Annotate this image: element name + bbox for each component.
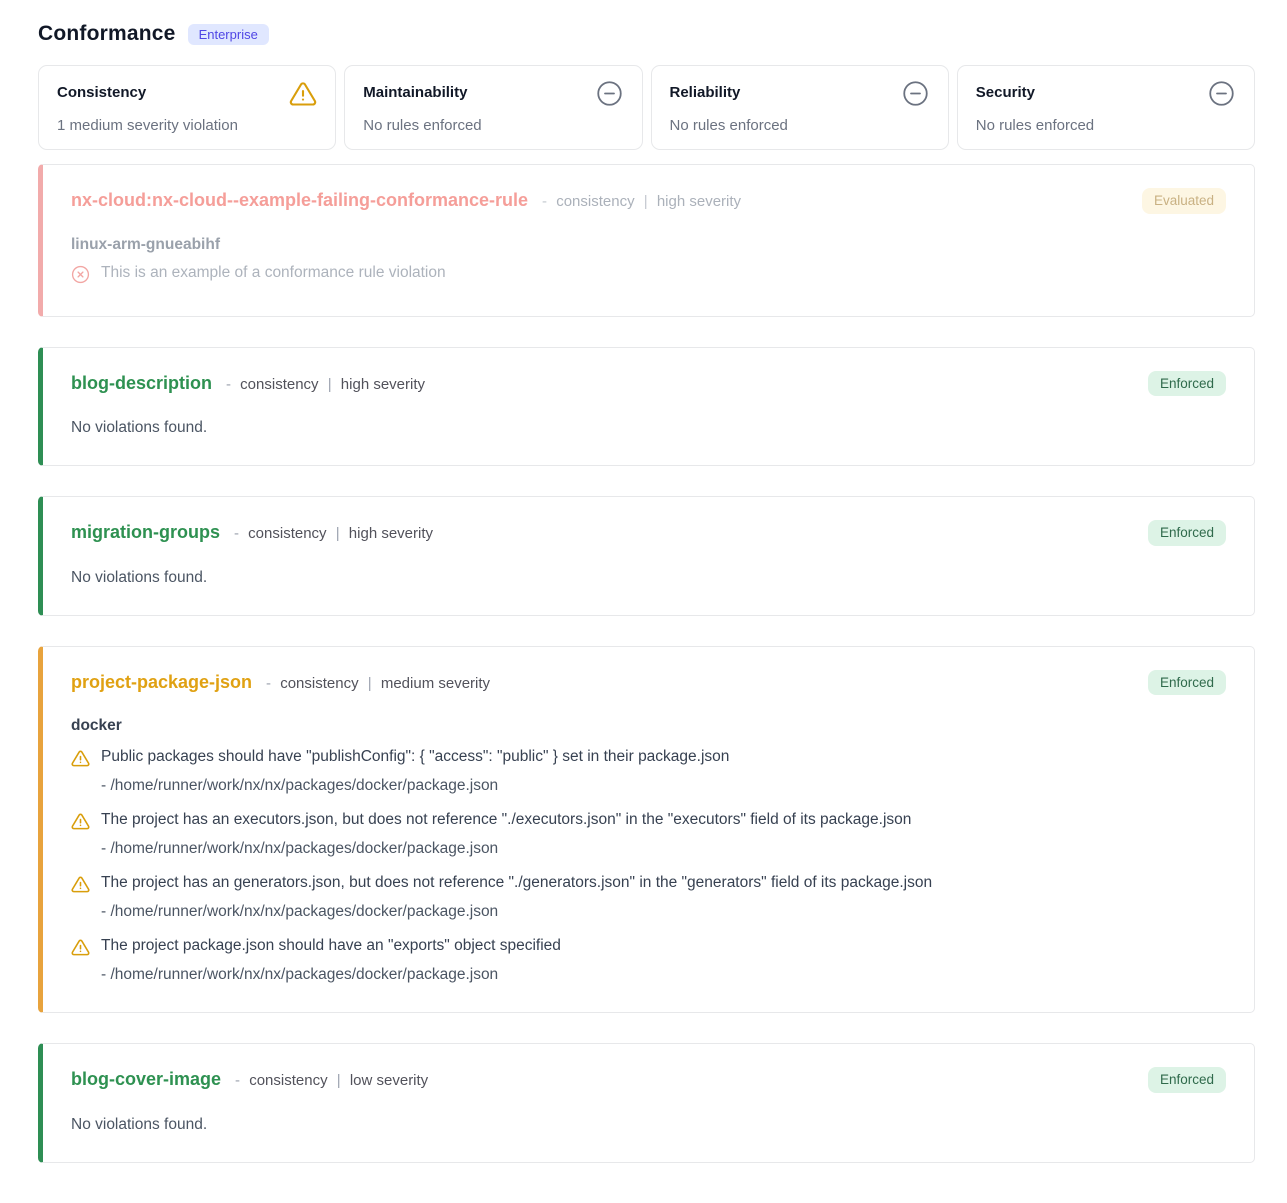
violation-path: - /home/runner/work/nx/nx/packages/docke… — [101, 840, 1226, 858]
enterprise-badge: Enterprise — [188, 24, 269, 45]
summary-card-header: Consistency — [57, 80, 317, 108]
summary-card-header: Maintainability — [363, 80, 623, 108]
status-badge: Enforced — [1148, 1067, 1226, 1093]
summary-card-title: Security — [976, 80, 1035, 101]
rule-meta: - consistency | high severity — [229, 525, 433, 542]
violation-path: - /home/runner/work/nx/nx/packages/docke… — [101, 777, 1226, 795]
rule-category: consistency — [280, 675, 358, 692]
rule-severity: high severity — [657, 193, 741, 210]
status-badge: Enforced — [1148, 371, 1226, 397]
violation-message: The project package.json should have an … — [101, 937, 561, 955]
violation-path: - /home/runner/work/nx/nx/packages/docke… — [101, 903, 1226, 921]
violation-list: Public packages should have "publishConf… — [71, 748, 1226, 984]
dash-separator: - — [221, 376, 236, 393]
rule-category: consistency — [240, 376, 318, 393]
warning-triangle-icon — [289, 80, 317, 108]
rule-header: nx-cloud:nx-cloud--example-failing-confo… — [71, 190, 1226, 216]
summary-card-title: Reliability — [670, 80, 741, 101]
pipe-separator: | — [323, 376, 337, 393]
rule-card-blog-description: blog-description - consistency | high se… — [38, 347, 1255, 467]
rule-name-link[interactable]: project-package-json — [71, 672, 252, 693]
rule-name-link[interactable]: nx-cloud:nx-cloud--example-failing-confo… — [71, 190, 528, 211]
rule-meta: - consistency | high severity — [537, 193, 741, 210]
dash-separator: - — [229, 525, 244, 542]
warning-triangle-icon — [71, 875, 90, 894]
rule-result-text: No violations found. — [71, 1116, 1226, 1134]
violation-message: This is an example of a conformance rule… — [101, 264, 446, 282]
conformance-page: Conformance Enterprise Consistency 1 med… — [0, 0, 1287, 1203]
rule-result-text: No violations found. — [71, 569, 1226, 587]
rule-header: blog-cover-image - consistency | low sev… — [71, 1069, 1226, 1095]
minus-circle-icon — [1208, 80, 1236, 108]
summary-card-status: No rules enforced — [976, 117, 1236, 134]
warning-triangle-icon — [71, 938, 90, 957]
project-name: docker — [71, 717, 1226, 735]
status-badge: Enforced — [1148, 670, 1226, 696]
rule-header: blog-description - consistency | high se… — [71, 373, 1226, 399]
violation-message: The project has an generators.json, but … — [101, 874, 932, 892]
rule-card-migration-groups: migration-groups - consistency | high se… — [38, 496, 1255, 616]
warning-triangle-icon — [71, 812, 90, 831]
summary-card-status: No rules enforced — [670, 117, 930, 134]
summary-card-title: Maintainability — [363, 80, 467, 101]
rule-severity: medium severity — [381, 675, 490, 692]
rule-severity: high severity — [341, 376, 425, 393]
rule-category: consistency — [249, 1072, 327, 1089]
page-title: Conformance — [38, 22, 176, 46]
summary-card-header: Reliability — [670, 80, 930, 108]
violation-path: - /home/runner/work/nx/nx/packages/docke… — [101, 966, 1226, 984]
rule-category: consistency — [248, 525, 326, 542]
summary-card-security: Security No rules enforced — [957, 65, 1255, 150]
dash-separator: - — [261, 675, 276, 692]
summary-card-title: Consistency — [57, 80, 146, 101]
dash-separator: - — [537, 193, 552, 210]
rule-header: migration-groups - consistency | high se… — [71, 522, 1226, 548]
status-badge: Evaluated — [1142, 188, 1226, 214]
rule-severity: low severity — [350, 1072, 428, 1089]
violation-row: The project package.json should have an … — [71, 937, 1226, 984]
pipe-separator: | — [639, 193, 653, 210]
summary-card-status: 1 medium severity violation — [57, 117, 317, 134]
summary-card-header: Security — [976, 80, 1236, 108]
violation-row: Public packages should have "publishConf… — [71, 748, 1226, 795]
summary-card-status: No rules enforced — [363, 117, 623, 134]
rule-name-link[interactable]: blog-description — [71, 373, 212, 394]
summary-card-consistency: Consistency 1 medium severity violation — [38, 65, 336, 150]
minus-circle-icon — [902, 80, 930, 108]
x-circle-icon — [71, 265, 90, 284]
rule-name-link[interactable]: blog-cover-image — [71, 1069, 221, 1090]
summary-row: Consistency 1 medium severity violation … — [38, 65, 1255, 150]
rule-severity: high severity — [349, 525, 433, 542]
rule-meta: - consistency | low severity — [230, 1072, 428, 1089]
warning-triangle-icon — [71, 749, 90, 768]
minus-circle-icon — [596, 80, 624, 108]
rule-category: consistency — [556, 193, 634, 210]
project-name: linux-arm-gnueabihf — [71, 236, 1226, 254]
rule-result-text: No violations found. — [71, 419, 1226, 437]
status-badge: Enforced — [1148, 520, 1226, 546]
rule-meta: - consistency | medium severity — [261, 675, 490, 692]
rule-meta: - consistency | high severity — [221, 376, 425, 393]
rule-card-blog-cover-image: blog-cover-image - consistency | low sev… — [38, 1043, 1255, 1163]
rule-name-link[interactable]: migration-groups — [71, 522, 220, 543]
pipe-separator: | — [332, 1072, 346, 1089]
page-header: Conformance Enterprise — [38, 22, 1255, 46]
violation-row: This is an example of a conformance rule… — [71, 264, 1226, 284]
violation-message: The project has an executors.json, but d… — [101, 811, 911, 829]
rule-card-project-package-json: project-package-json - consistency | med… — [38, 646, 1255, 1014]
violation-row: The project has an generators.json, but … — [71, 874, 1226, 921]
rule-card-example-failing: nx-cloud:nx-cloud--example-failing-confo… — [38, 164, 1255, 317]
summary-card-reliability: Reliability No rules enforced — [651, 65, 949, 150]
violation-row: The project has an executors.json, but d… — [71, 811, 1226, 858]
pipe-separator: | — [363, 675, 377, 692]
pipe-separator: | — [331, 525, 345, 542]
summary-card-maintainability: Maintainability No rules enforced — [344, 65, 642, 150]
violation-message: Public packages should have "publishConf… — [101, 748, 729, 766]
rule-header: project-package-json - consistency | med… — [71, 672, 1226, 698]
dash-separator: - — [230, 1072, 245, 1089]
